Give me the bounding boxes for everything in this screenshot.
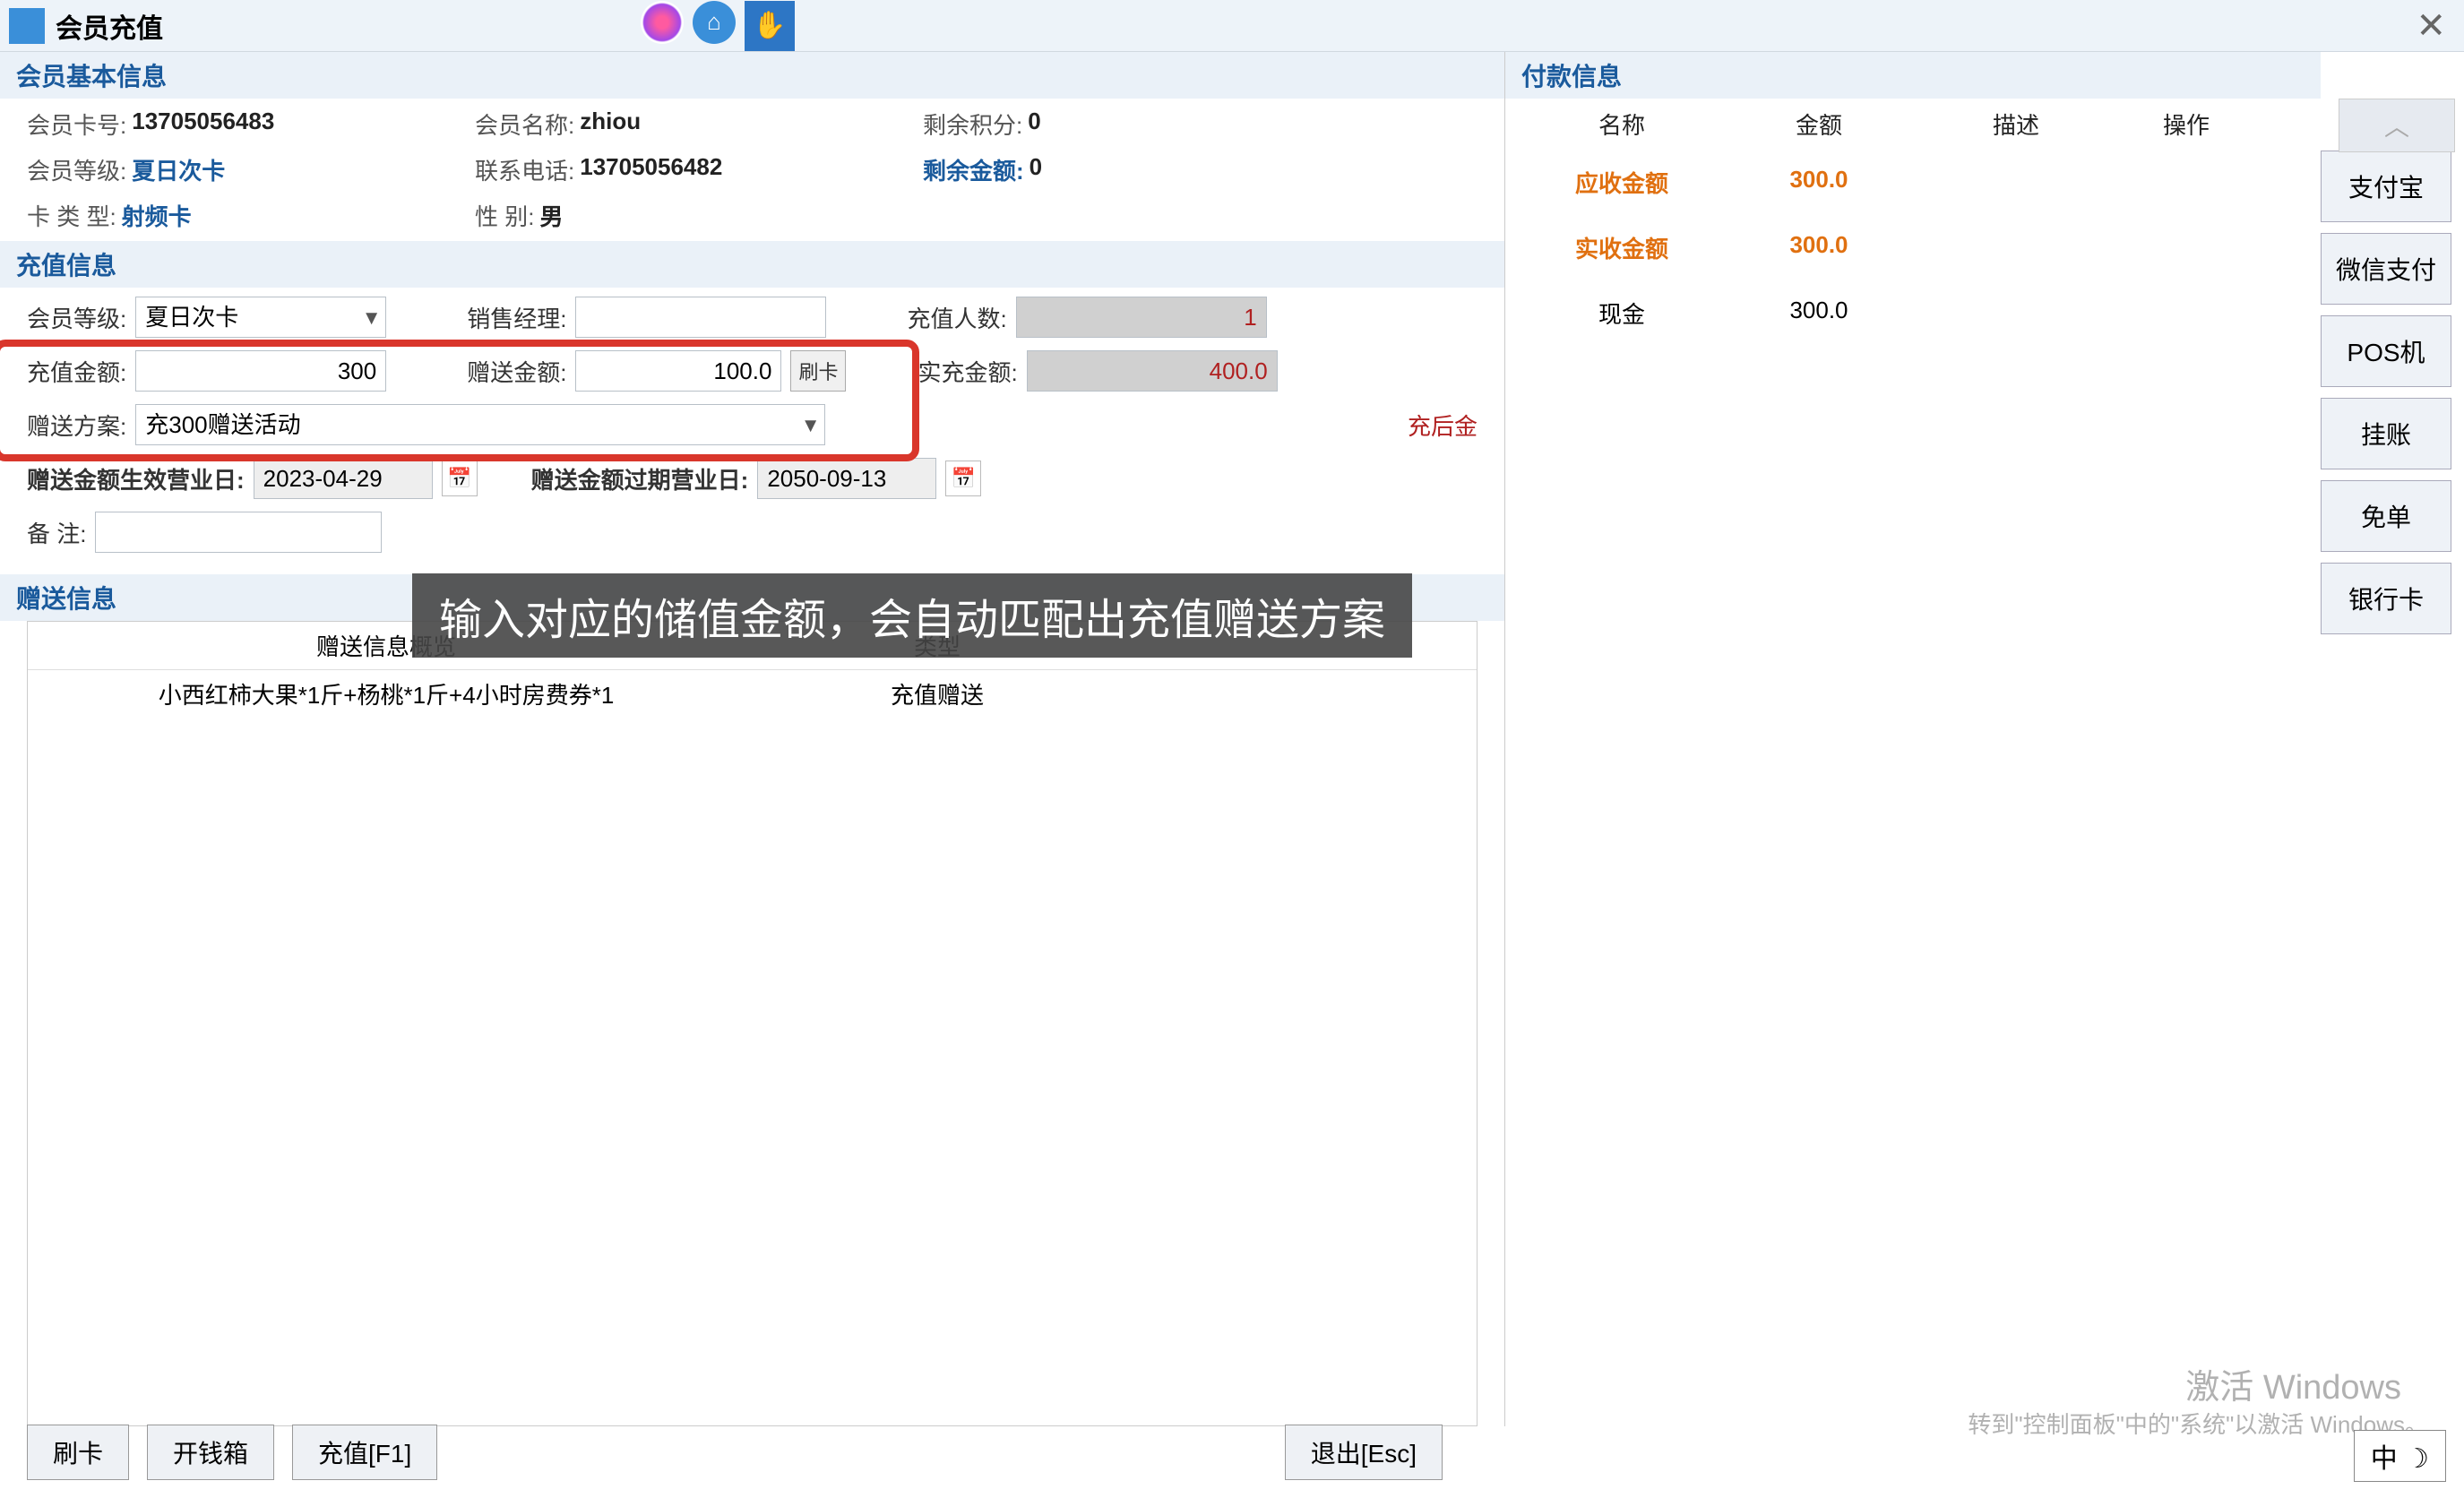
- effective-label: 赠送金额生效营业日:: [27, 462, 245, 495]
- pay-amount-2: 300.0: [1720, 297, 1917, 330]
- pay-credit-button[interactable]: 挂账: [2321, 398, 2451, 469]
- pay-amount-1: 300.0: [1720, 231, 1917, 264]
- gift-table: 赠送信息概览 类型 小西红柿大果*1斤+杨桃*1斤+4小时房费券*1 充值赠送: [27, 621, 1478, 1426]
- pay-name-2: 现金: [1523, 297, 1720, 330]
- swipe-card-small-button[interactable]: 刷卡: [790, 350, 846, 392]
- balance-value: 0: [1030, 153, 1042, 186]
- home-icon[interactable]: ⌂: [693, 1, 736, 44]
- name-label: 会员名称:: [475, 108, 574, 141]
- member-info: 会员卡号: 13705056483 会员名称: zhiou 剩余积分: 0 会员…: [0, 99, 1504, 241]
- actual-label: 实充金额:: [918, 355, 1017, 388]
- member-section-header: 会员基本信息: [0, 52, 1504, 99]
- gender-label: 性 别:: [475, 199, 534, 232]
- rlevel-label: 会员等级:: [27, 301, 126, 334]
- pay-row-cash: 现金 300.0: [1505, 280, 2321, 346]
- card-type-label: 卡 类 型:: [27, 199, 116, 232]
- pay-name-1: 实收金额: [1523, 231, 1720, 264]
- gift-type: 充值赠送: [745, 677, 1130, 710]
- card-no-value: 13705056483: [132, 108, 274, 141]
- points-value: 0: [1028, 108, 1040, 141]
- pay-pos-button[interactable]: POS机: [2321, 315, 2451, 387]
- pay-name-0: 应收金额: [1523, 166, 1720, 199]
- calendar-icon-1[interactable]: 📅: [442, 461, 478, 496]
- amount-label: 充值金额:: [27, 355, 126, 388]
- after-amount-label: 充后金: [1408, 409, 1478, 442]
- swipe-button[interactable]: 刷卡: [27, 1425, 129, 1480]
- calendar-icon-2[interactable]: 📅: [945, 461, 981, 496]
- hand-icon[interactable]: ✋: [745, 1, 795, 51]
- people-label: 充值人数:: [907, 301, 1006, 334]
- expire-label: 赠送金额过期营业日:: [531, 462, 749, 495]
- recharge-section-header: 充值信息: [0, 241, 1504, 288]
- bottom-bar: 刷卡 开钱箱 充值[F1] 退出[Esc]: [0, 1416, 1505, 1489]
- rlevel-select[interactable]: 夏日次卡: [135, 297, 386, 338]
- card-no-label: 会员卡号:: [27, 108, 126, 141]
- title-bar: 会员充值 ⌂ ✋ ✕: [0, 0, 2464, 52]
- title-center-icons: ⌂ ✋: [641, 1, 795, 51]
- gender-value: 男: [539, 199, 563, 232]
- window-title: 会员充值: [56, 6, 163, 46]
- pcol-amount: 金额: [1720, 108, 1917, 141]
- card-type-value: 射频卡: [122, 199, 192, 232]
- balance-label: 剩余金额:: [923, 153, 1024, 186]
- people-input: [1016, 297, 1267, 338]
- points-label: 剩余积分:: [923, 108, 1022, 141]
- swirl-icon[interactable]: [641, 1, 684, 44]
- pay-alipay-button[interactable]: 支付宝: [2321, 151, 2451, 222]
- expire-input[interactable]: [757, 458, 936, 499]
- sales-mgr-label: 销售经理:: [467, 301, 566, 334]
- plan-label: 赠送方案:: [27, 409, 126, 442]
- watermark: 激活 Windows: [2185, 1359, 2401, 1408]
- pay-table-head: 名称 金额 描述 操作: [1505, 99, 2321, 150]
- pcol-action: 操作: [2115, 108, 2258, 141]
- amount-input[interactable]: [135, 350, 386, 392]
- pay-row-due: 应收金额 300.0: [1505, 150, 2321, 215]
- effective-input[interactable]: [254, 458, 433, 499]
- gift-row[interactable]: 小西红柿大果*1斤+杨桃*1斤+4小时房费券*1 充值赠送: [28, 670, 1477, 718]
- collapse-button[interactable]: ︿: [2339, 99, 2455, 152]
- gift-amount-label: 赠送金额:: [467, 355, 566, 388]
- pcol-name: 名称: [1523, 108, 1720, 141]
- close-button[interactable]: ✕: [2416, 5, 2446, 47]
- name-value: zhiou: [580, 108, 641, 141]
- pay-buttons: 支付宝 微信支付 POS机 挂账 免单 银行卡: [2321, 52, 2464, 1426]
- plan-select[interactable]: 充300赠送活动: [135, 404, 825, 445]
- right-panel: 付款信息 名称 金额 描述 操作 应收金额 300.0 实收金额 300.0 现…: [1505, 52, 2464, 1426]
- recharge-button[interactable]: 充值[F1]: [292, 1425, 437, 1480]
- payment-section-header: 付款信息: [1505, 52, 2321, 99]
- gift-amount-input[interactable]: [575, 350, 781, 392]
- remark-input[interactable]: [95, 512, 382, 553]
- remark-label: 备 注:: [27, 516, 86, 549]
- open-drawer-button[interactable]: 开钱箱: [147, 1425, 274, 1480]
- pay-amount-0: 300.0: [1720, 166, 1917, 199]
- payment-area: 付款信息 名称 金额 描述 操作 应收金额 300.0 实收金额 300.0 现…: [1505, 52, 2321, 1426]
- app-icon: [9, 8, 45, 44]
- pay-wechat-button[interactable]: 微信支付: [2321, 233, 2451, 305]
- gift-desc: 小西红柿大果*1斤+杨桃*1斤+4小时房费券*1: [28, 677, 745, 710]
- level-label: 会员等级:: [27, 153, 126, 186]
- pay-free-button[interactable]: 免单: [2321, 480, 2451, 552]
- exit-button[interactable]: 退出[Esc]: [1285, 1425, 1443, 1480]
- left-panel: 会员基本信息 会员卡号: 13705056483 会员名称: zhiou 剩余积…: [0, 52, 1505, 1426]
- recharge-section: 会员等级: 夏日次卡 销售经理: 充值人数: 充值金额: 赠送金额:: [0, 288, 1504, 574]
- pcol-desc: 描述: [1917, 108, 2115, 141]
- subtitle-overlay: 输入对应的储值金额，会自动匹配出充值赠送方案: [412, 573, 1412, 658]
- actual-input: [1027, 350, 1278, 392]
- sales-mgr-input[interactable]: [575, 297, 826, 338]
- level-value: 夏日次卡: [132, 153, 225, 186]
- pay-bankcard-button[interactable]: 银行卡: [2321, 563, 2451, 634]
- pay-row-received: 实收金额 300.0: [1505, 215, 2321, 280]
- ime-indicator[interactable]: 中 ☽: [2354, 1430, 2446, 1482]
- phone-value: 13705056482: [580, 153, 722, 186]
- phone-label: 联系电话:: [475, 153, 574, 186]
